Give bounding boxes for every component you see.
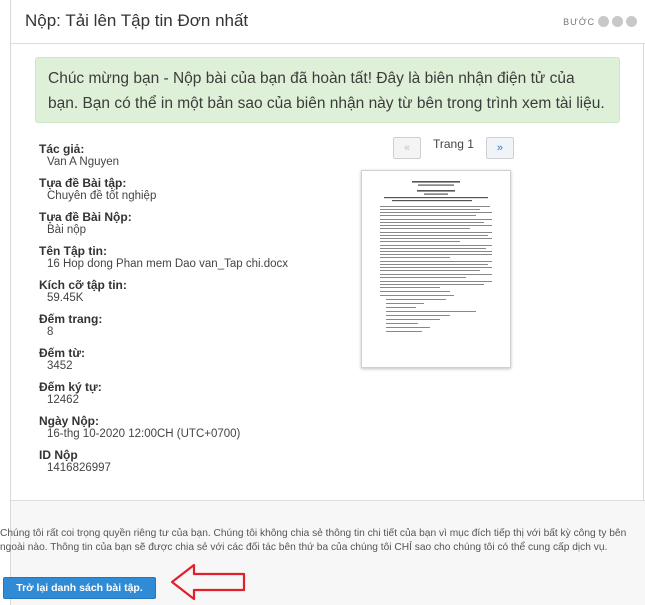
detail-label: Đếm trang: xyxy=(39,312,103,326)
detail-word-count: Đếm từ: 3452 xyxy=(39,346,329,372)
detail-value: Bài nộp xyxy=(47,224,87,236)
page-header: Nộp: Tải lên Tập tin Đơn nhất BƯỚC xyxy=(11,0,645,44)
prev-page-button[interactable]: « xyxy=(393,137,421,159)
detail-value: 59.45K xyxy=(47,292,84,304)
detail-value: 8 xyxy=(47,326,54,338)
detail-label: Tác giả: xyxy=(39,142,85,156)
detail-submission-title: Tựa đề Bài Nộp: Bài nộp xyxy=(39,210,329,236)
detail-char-count: Đếm ký tự: 12462 xyxy=(39,380,329,406)
detail-file-name: Tên Tập tin: 16 Hop dong Phan mem Dao va… xyxy=(39,244,329,270)
document-page-image xyxy=(380,181,492,332)
page-indicator: Trang 1 xyxy=(433,137,474,151)
detail-label: Tên Tập tin: xyxy=(39,244,107,258)
page-title: Nộp: Tải lên Tập tin Đơn nhất xyxy=(25,11,249,30)
detail-submit-date: Ngày Nộp: 16-thg 10-2020 12:00CH (UTC+07… xyxy=(39,414,329,440)
detail-label: ID Nộp xyxy=(39,448,78,462)
step-dot-3 xyxy=(626,16,637,27)
detail-label: Đếm ký tự: xyxy=(39,380,102,394)
step-dot-2 xyxy=(612,16,623,27)
success-banner: Chúc mừng bạn - Nộp bài của bạn đã hoàn … xyxy=(35,57,620,123)
detail-assignment-title: Tựa đề Bài tập: Chuyên đề tốt nghiệp xyxy=(39,176,329,202)
detail-value: Chuyên đề tốt nghiệp xyxy=(47,190,157,202)
detail-page-count: Đếm trang: 8 xyxy=(39,312,329,338)
submission-frame: Nộp: Tải lên Tập tin Đơn nhất BƯỚC Chúc … xyxy=(10,0,645,605)
step-label: BƯỚC xyxy=(563,16,595,27)
step-dot-1 xyxy=(598,16,609,27)
submission-details: Tác giả: Van A Nguyen Tựa đề Bài tập: Ch… xyxy=(39,142,329,482)
red-arrow-annotation-icon xyxy=(170,563,246,601)
detail-author: Tác giả: Van A Nguyen xyxy=(39,142,329,168)
privacy-notice: Chúng tôi rất coi trọng quyền riêng tư c… xyxy=(0,528,627,553)
document-pager: « Trang 1 » xyxy=(393,137,514,159)
detail-value: 12462 xyxy=(47,394,79,406)
detail-value: Van A Nguyen xyxy=(47,156,120,168)
detail-value: 3452 xyxy=(47,360,73,372)
step-indicator: BƯỚC xyxy=(563,16,637,27)
detail-label: Tựa đề Bài Nộp: xyxy=(39,210,132,224)
detail-value: 1416826997 xyxy=(47,462,111,474)
detail-label: Ngày Nộp: xyxy=(39,414,99,428)
next-page-button[interactable]: » xyxy=(485,137,514,159)
detail-label: Kích cỡ tập tin: xyxy=(39,278,127,292)
detail-label: Tựa đề Bài tập: xyxy=(39,176,127,190)
back-to-assignments-button[interactable]: Trở lại danh sách bài tập. xyxy=(3,577,156,599)
detail-label: Đếm từ: xyxy=(39,346,86,360)
detail-value: 16 Hop dong Phan mem Dao van_Tap chi.doc… xyxy=(47,258,289,270)
detail-value: 16-thg 10-2020 12:00CH (UTC+0700) xyxy=(47,428,241,440)
detail-submission-id: ID Nộp 1416826997 xyxy=(39,448,329,474)
detail-file-size: Kích cỡ tập tin: 59.45K xyxy=(39,278,329,304)
document-preview[interactable] xyxy=(361,170,511,368)
